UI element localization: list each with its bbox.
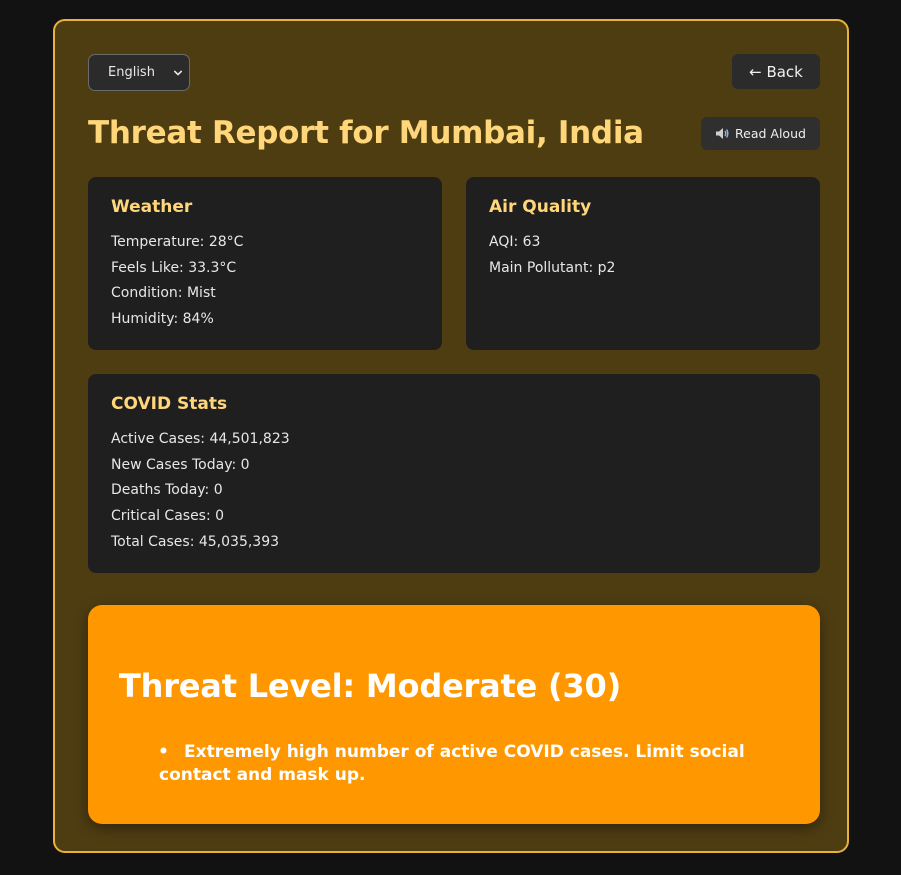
covid-new-cases: New Cases Today: 0	[111, 456, 250, 473]
back-button[interactable]: ← Back	[732, 54, 820, 89]
covid-heading: COVID Stats	[111, 394, 228, 414]
read-aloud-button[interactable]: Read Aloud	[701, 117, 820, 150]
covid-critical-cases: Critical Cases: 0	[111, 508, 225, 525]
weather-heading: Weather	[111, 197, 193, 217]
air-quality-card: Air Quality AQI: 63 Main Pollutant: p2	[466, 177, 820, 350]
speaker-icon	[716, 128, 729, 139]
weather-condition: Condition: Mist	[111, 285, 216, 302]
language-select-value: English	[108, 65, 155, 80]
weather-temperature: Temperature: 28°C	[111, 234, 244, 250]
threat-advice-text: Extremely high number of active COVID ca…	[159, 742, 745, 785]
weather-feels-like: Feels Like: 33.3°C	[111, 259, 237, 276]
covid-total-cases: Total Cases: 45,035,393	[111, 533, 280, 550]
read-aloud-label: Read Aloud	[735, 126, 806, 141]
chevron-down-icon	[174, 70, 182, 76]
threat-report-panel: English ← Back Threat Report for Mumbai,…	[53, 19, 849, 853]
covid-card: COVID Stats Active Cases: 44,501,823 New…	[88, 374, 820, 573]
air-quality-pollutant: Main Pollutant: p2	[489, 259, 616, 276]
covid-active-cases: Active Cases: 44,501,823	[111, 431, 290, 447]
threat-level-card: Threat Level: Moderate (30) • Extremely h…	[88, 605, 820, 824]
threat-advice-item: • Extremely high number of active COVID c…	[158, 741, 759, 787]
air-quality-aqi: AQI: 63	[489, 234, 541, 250]
back-button-label: ← Back	[749, 62, 803, 81]
threat-level-heading: Threat Level: Moderate (30)	[119, 667, 622, 705]
language-select[interactable]: English	[88, 54, 190, 91]
covid-deaths-today: Deaths Today: 0	[111, 482, 223, 499]
page-title: Threat Report for Mumbai, India	[88, 115, 644, 151]
bullet-icon: •	[158, 742, 169, 762]
air-quality-heading: Air Quality	[489, 197, 592, 217]
weather-card: Weather Temperature: 28°C Feels Like: 33…	[88, 177, 442, 350]
threat-advice-list: • Extremely high number of active COVID c…	[119, 741, 789, 787]
weather-humidity: Humidity: 84%	[111, 311, 214, 328]
